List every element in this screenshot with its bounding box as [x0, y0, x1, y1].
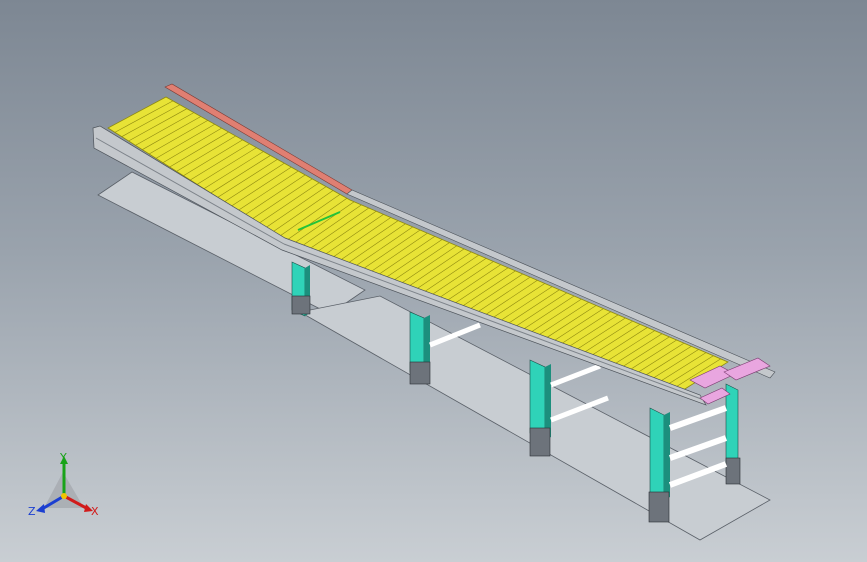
x-axis-label: X: [91, 505, 99, 518]
graphics-viewport[interactable]: Y X Z: [0, 0, 867, 562]
support-leg-1[interactable]: [291, 261, 311, 317]
coordinate-triad: Y X Z: [28, 451, 99, 518]
y-axis-label: Y: [59, 451, 67, 464]
z-axis-label: Z: [28, 505, 36, 518]
conveyor-model[interactable]: Y X Z: [0, 0, 867, 562]
